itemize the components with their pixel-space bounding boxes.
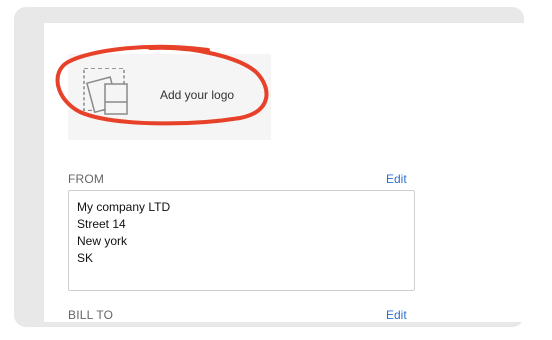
address-line: New york	[77, 234, 128, 248]
invoice-card: Add your logo FROM Edit My company LTD S…	[44, 23, 528, 322]
address-line: SK	[77, 251, 94, 265]
bill-to-edit-link[interactable]: Edit	[386, 308, 407, 322]
add-logo-button[interactable]: Add your logo	[68, 54, 271, 140]
address-line: My company LTD	[77, 200, 171, 214]
add-logo-label: Add your logo	[160, 88, 235, 102]
address-line: Street 14	[77, 217, 126, 231]
from-label: FROM	[68, 172, 105, 186]
image-placeholder-icon	[83, 68, 128, 115]
outer-frame: Add your logo FROM Edit My company LTD S…	[14, 7, 528, 327]
from-address-field[interactable]: My company LTD Street 14 New york SK	[68, 190, 415, 291]
bill-to-label: BILL TO	[68, 308, 114, 322]
from-edit-link[interactable]: Edit	[386, 172, 407, 186]
